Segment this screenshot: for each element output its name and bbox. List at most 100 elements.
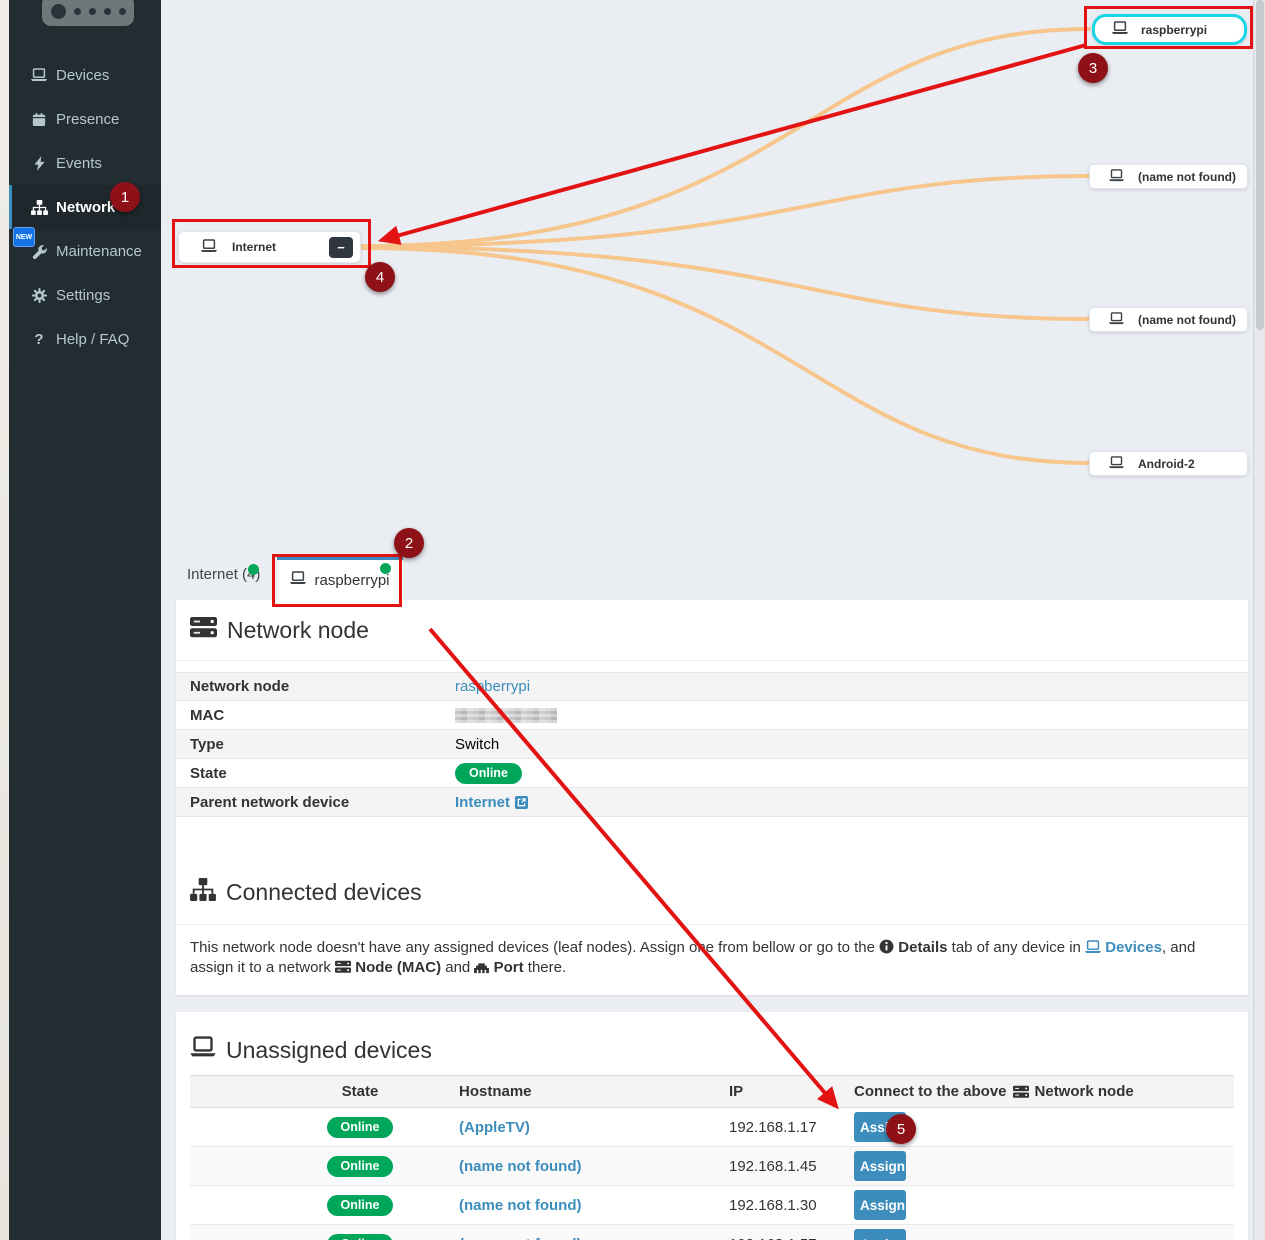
status-badge: Online <box>327 1195 394 1216</box>
scrollbar-track[interactable] <box>1253 0 1265 1240</box>
sidebar: Devices Presence Events Network Maintena… <box>9 0 161 1240</box>
bolt-icon <box>30 156 48 171</box>
sidebar-item-devices[interactable]: Devices <box>9 53 161 97</box>
sidebar-item-presence[interactable]: Presence <box>9 97 161 141</box>
node-label: (name not found) <box>1138 313 1236 327</box>
sidebar-item-label: Maintenance <box>56 243 142 260</box>
divider <box>176 660 1248 661</box>
gear-icon <box>30 288 48 303</box>
sitemap-icon <box>30 200 48 215</box>
laptop-icon <box>1109 312 1124 328</box>
column-header-connect: Connect to the above Network node <box>825 1083 1234 1100</box>
diagram-node-android-2[interactable]: Android-2 <box>1089 451 1248 476</box>
sidebar-item-label: Presence <box>56 111 119 128</box>
table-row: Online (AppleTV) 192.168.1.17 Assign <box>190 1108 1234 1147</box>
new-feature-badge: NEW <box>13 227 35 247</box>
unassigned-devices-section-header: Unassigned devices <box>190 1036 432 1064</box>
question-icon: ? <box>30 331 48 348</box>
node-label: (name not found) <box>1138 170 1236 184</box>
network-node-section-header: Network node <box>190 616 369 645</box>
annotation-step-1: 1 <box>110 182 140 212</box>
type-value: Switch <box>455 736 499 753</box>
sidebar-item-label: Devices <box>56 67 109 84</box>
assign-button[interactable]: Assign <box>854 1190 906 1220</box>
table-row: Online (name not found) 192.168.1.30 Ass… <box>190 1186 1234 1225</box>
server-icon <box>1013 1085 1029 1099</box>
ethernet-icon <box>474 961 489 974</box>
devices-link[interactable]: Devices <box>1105 939 1162 956</box>
parent-device-link[interactable]: Internet <box>455 794 510 811</box>
external-link-icon[interactable] <box>515 796 528 809</box>
sidebar-item-help-faq[interactable]: ? Help / FAQ <box>9 317 161 361</box>
sidebar-item-events[interactable]: Events <box>9 141 161 185</box>
hostname-link[interactable]: (name not found) <box>459 1158 581 1175</box>
info-icon <box>879 939 894 954</box>
laptop-icon <box>190 1036 216 1064</box>
annotation-box-internet-node <box>172 219 371 268</box>
scrollbar-thumb[interactable] <box>1256 0 1264 330</box>
redacted-mac-value <box>455 708 557 723</box>
sidebar-nav: Devices Presence Events Network Maintena… <box>9 53 161 361</box>
node-label: Android-2 <box>1138 457 1195 471</box>
hostname-link[interactable]: (name not found) <box>459 1236 581 1240</box>
status-badge: Online <box>327 1234 394 1240</box>
annotation-step-4: 4 <box>365 262 395 292</box>
online-dot-internet-tab <box>248 564 259 575</box>
section-title: Connected devices <box>226 879 422 906</box>
annotation-box-raspberrypi-node <box>1084 6 1253 49</box>
app-logo-router-icon <box>42 0 134 26</box>
network-node-name-link[interactable]: raspberrypi <box>455 678 530 695</box>
table-row: MAC <box>176 701 1248 730</box>
connected-devices-section-header: Connected devices <box>190 878 422 907</box>
laptop-icon <box>1109 169 1124 185</box>
column-header-hostname: Hostname <box>430 1083 700 1100</box>
diagram-node-name-not-found-2[interactable]: (name not found) <box>1089 307 1248 332</box>
annotation-step-5: 5 <box>886 1114 916 1144</box>
table-row: Parent network device Internet <box>176 788 1248 817</box>
laptop-icon <box>1085 940 1101 954</box>
unassigned-devices-table: State Hostname IP Connect to the above N… <box>190 1075 1234 1240</box>
sidebar-item-label: Settings <box>56 287 110 304</box>
status-badge: Online <box>327 1117 394 1138</box>
sitemap-icon <box>190 878 216 907</box>
divider <box>176 924 1248 925</box>
sidebar-item-label: Events <box>56 155 102 172</box>
ip-value: 192.168.1.30 <box>700 1197 825 1214</box>
sidebar-item-label: Network <box>56 199 115 216</box>
status-badge: Online <box>327 1156 394 1177</box>
status-badge: Online <box>455 763 522 784</box>
table-row: Type Switch <box>176 730 1248 759</box>
column-header-state: State <box>290 1083 430 1100</box>
table-header-row: State Hostname IP Connect to the above N… <box>190 1075 1234 1108</box>
sidebar-item-label: Help / FAQ <box>56 331 129 348</box>
server-icon <box>190 616 217 645</box>
laptop-icon <box>1109 456 1124 472</box>
annotation-step-3: 3 <box>1078 53 1108 83</box>
ip-value: 192.168.1.57 <box>700 1236 825 1240</box>
app-window: Devices Presence Events Network Maintena… <box>0 0 1265 1240</box>
window-left-edge <box>0 0 9 1240</box>
table-row: Online (name not found) 192.168.1.45 Ass… <box>190 1147 1234 1186</box>
main-content: Internet − raspberrypi (name not found) … <box>161 0 1253 1240</box>
assign-button[interactable]: Assign <box>854 1151 906 1181</box>
ip-value: 192.168.1.17 <box>700 1119 825 1136</box>
table-row: State Online <box>176 759 1248 788</box>
annotation-step-2: 2 <box>394 528 424 558</box>
column-header-ip: IP <box>700 1083 825 1100</box>
server-icon <box>335 960 351 974</box>
sidebar-item-settings[interactable]: Settings <box>9 273 161 317</box>
assign-button[interactable]: Assign <box>854 1229 906 1240</box>
table-row: Network node raspberrypi <box>176 672 1248 701</box>
unassigned-devices-panel: Unassigned devices State Hostname IP Con… <box>176 1012 1248 1240</box>
ip-value: 192.168.1.45 <box>700 1158 825 1175</box>
hostname-link[interactable]: (AppleTV) <box>459 1119 530 1136</box>
laptop-icon <box>30 68 48 82</box>
section-title: Unassigned devices <box>226 1037 432 1064</box>
diagram-node-name-not-found-1[interactable]: (name not found) <box>1089 164 1248 189</box>
hostname-link[interactable]: (name not found) <box>459 1197 581 1214</box>
annotation-box-raspberrypi-tab <box>272 554 402 607</box>
network-node-details-table: Network node raspberrypi MAC Type Switch… <box>176 672 1248 817</box>
no-assigned-devices-message: This network node doesn't have any assig… <box>190 938 1230 978</box>
section-title: Network node <box>227 617 369 644</box>
calendar-icon <box>30 112 48 127</box>
